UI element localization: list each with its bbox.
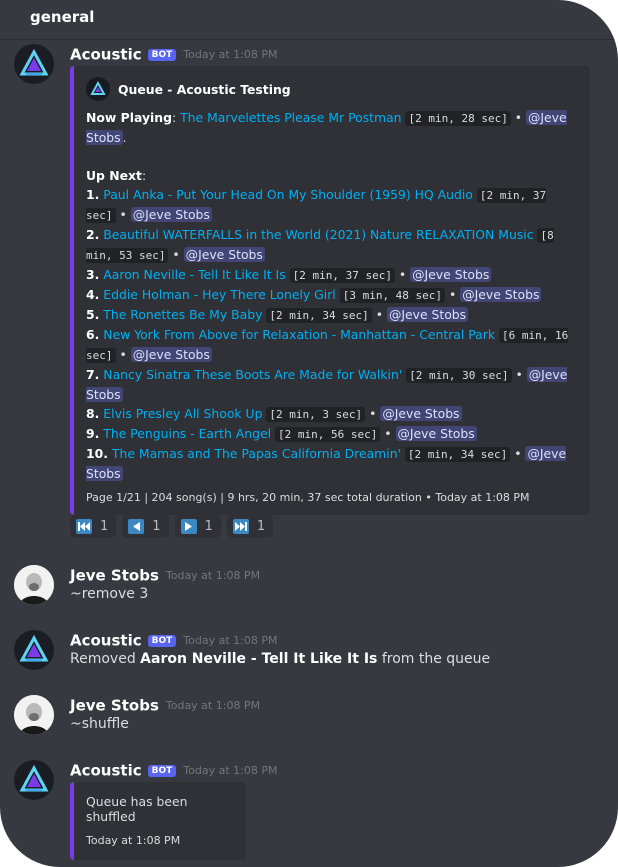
message-header: Jeve Stobs Today at 1:08 PM [70,565,260,585]
song-link[interactable]: Paul Anka - Put Your Head On My Shoulder… [103,187,473,202]
reaction-last-page[interactable]: 1 [226,514,274,538]
bot-badge: BOT [147,634,177,647]
song-link[interactable]: The Penguins - Earth Angel [103,426,271,441]
reaction-count: 1 [204,518,213,534]
list-item: 4. Eddie Holman - Hey There Lonely Girl … [86,287,542,303]
channel-header: general [0,0,618,40]
song-link[interactable]: The Ronettes Be My Baby [103,307,262,322]
acoustic-avatar[interactable] [14,760,54,800]
jeve-stobs-avatar[interactable] [14,695,54,735]
previous-page-icon [128,518,145,534]
duration: [2 min, 56 sec] [274,427,381,442]
user-mention[interactable]: @Jeve Stobs [460,287,542,302]
user-mention[interactable]: @Jeve Stobs [395,426,477,441]
list-item: 8. Elvis Presley All Shook Up [2 min, 3 … [86,406,462,422]
reaction-count: 1 [256,518,266,534]
next-page-icon [180,518,197,534]
now-playing-label: Now Playing [86,110,172,125]
duration: [2 min, 34 sec] [266,308,372,323]
message-header: Jeve Stobs Today at 1:08 PM [70,695,260,715]
timestamp[interactable]: Today at 1:08 PM [183,48,277,61]
up-next-heading: Up Next: [86,168,147,183]
footer-timestamp: Today at 1:08 PM [86,834,181,847]
duration: [3 min, 48 sec] [339,288,446,303]
author-name[interactable]: Acoustic [70,762,142,780]
list-item: 7. Nancy Sinatra These Boots Are Made fo… [86,367,568,402]
timestamp[interactable]: Today at 1:08 PM [183,634,277,647]
message-text: Removed Aaron Neville - Tell It Like It … [70,651,491,667]
first-page-icon [76,518,92,534]
embed-footer: Page 1/21 | 204 song(s) | 9 hrs, 20 min,… [86,491,530,504]
author-name[interactable]: Jeve Stobs [70,697,159,715]
chat-window: general Acoustic BOT Today at 1:08 PM Queu… [0,0,618,867]
list-item: 3. Aaron Neville - Tell It Like It Is [2… [86,267,492,283]
embed-author: Queue - Acoustic Testing [86,77,576,101]
author-name[interactable]: Acoustic [70,46,142,64]
bot-badge: BOT [147,764,177,777]
reaction-first-page[interactable]: 1 [70,514,117,538]
timestamp[interactable]: Today at 1:08 PM [166,569,260,582]
author-name[interactable]: Jeve Stobs [70,567,159,585]
acoustic-logo-icon [19,634,49,662]
jeve-stobs-avatar[interactable] [14,565,54,605]
reaction-previous-page[interactable]: 1 [122,514,169,538]
embed-author-name: Queue - Acoustic Testing [118,81,291,97]
song-link[interactable]: Beautiful WATERFALLS in the World (2021)… [103,227,533,242]
acoustic-logo-icon [86,77,110,101]
user-mention[interactable]: @Jeve Stobs [380,406,462,421]
reaction-count: 1 [152,518,161,534]
user-mention[interactable]: @Jeve Stobs [386,307,469,322]
reaction-count: 1 [100,518,109,534]
reaction-next-page[interactable]: 1 [174,514,221,538]
acoustic-avatar[interactable] [14,44,54,84]
message-header: Acoustic BOT Today at 1:08 PM [70,760,277,780]
message-text: ~shuffle [70,716,129,732]
bot-badge: BOT [147,48,177,61]
removed-song-title: Aaron Neville - Tell It Like It Is [140,651,378,667]
channel-name: general [30,8,95,26]
duration: [2 min, 28 sec] [405,111,511,126]
song-link[interactable]: Eddie Holman - Hey There Lonely Girl [103,287,335,302]
duration: [2 min, 34 sec] [404,447,511,462]
user-mention[interactable]: @Jeve Stobs [130,207,212,222]
user-portrait-icon [14,565,54,605]
duration: [2 min, 30 sec] [406,368,512,383]
now-playing-song-link[interactable]: The Marvelettes Please Mr Postman [180,110,401,125]
embed-description: Queue has been shuffled [86,794,188,824]
footer-text: Page 1/21 | 204 song(s) | 9 hrs, 20 min,… [86,491,422,504]
song-link[interactable]: The Mamas and The Papas California Dream… [112,446,401,461]
duration: [2 min, 37 sec] [289,268,395,283]
footer-timestamp: Today at 1:08 PM [435,491,530,504]
message-header: Acoustic BOT Today at 1:08 PM [70,44,277,64]
user-mention[interactable]: @Jeve Stobs [183,247,265,262]
acoustic-logo-icon [19,48,49,76]
list-item: 1. Paul Anka - Put Your Head On My Shoul… [86,187,547,223]
timestamp[interactable]: Today at 1:08 PM [183,764,277,777]
shuffle-embed: Queue has been shuffled Today at 1:08 PM [70,782,246,860]
list-item: 5. The Ronettes Be My Baby [2 min, 34 se… [86,307,469,323]
author-name[interactable]: Acoustic [70,632,142,650]
song-link[interactable]: Elvis Presley All Shook Up [103,406,262,421]
queue-embed: Queue - Acoustic Testing Now Playing: Th… [70,66,590,515]
message-header: Acoustic BOT Today at 1:08 PM [70,630,277,650]
song-link[interactable]: New York From Above for Relaxation - Man… [103,327,495,342]
acoustic-logo-icon [19,764,49,792]
user-portrait-icon [14,695,54,735]
duration: [2 min, 3 sec] [266,407,366,422]
timestamp[interactable]: Today at 1:08 PM [166,699,260,712]
user-mention[interactable]: @Jeve Stobs [130,347,212,362]
song-link[interactable]: Nancy Sinatra These Boots Are Made for W… [103,367,402,382]
list-item: 10. The Mamas and The Papas California D… [86,446,567,481]
reaction-bar: 1 1 1 1 [70,514,274,538]
user-mention[interactable]: @Jeve Stobs [410,267,492,282]
list-item: 9. The Penguins - Earth Angel [2 min, 56… [86,426,477,442]
last-page-icon [232,518,249,534]
now-playing-line: Now Playing: The Marvelettes Please Mr P… [86,110,567,145]
list-item: 2. Beautiful WATERFALLS in the World (20… [86,227,554,263]
song-link[interactable]: Aaron Neville - Tell It Like It Is [103,267,285,282]
list-item: 6. New York From Above for Relaxation - … [86,327,569,363]
acoustic-avatar[interactable] [14,630,54,670]
message-text: ~remove 3 [70,586,149,602]
queue-list: 1. Paul Anka - Put Your Head On My Shoul… [86,185,576,483]
